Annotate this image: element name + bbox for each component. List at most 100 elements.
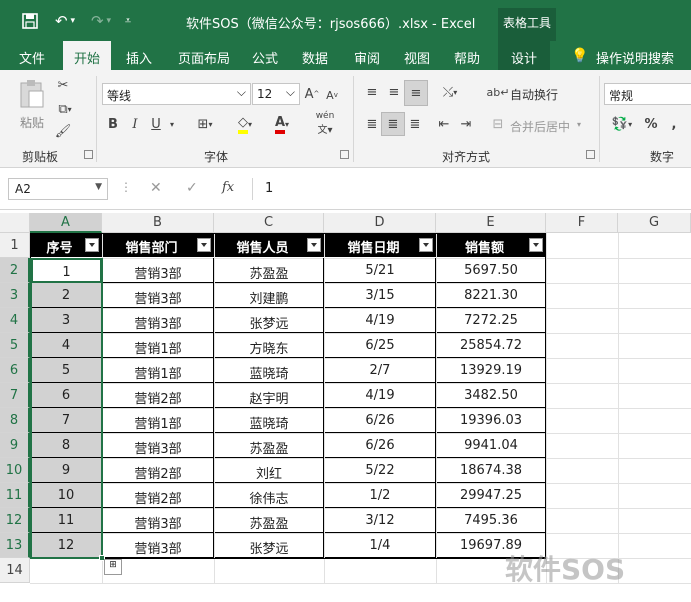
table-cell-date[interactable]: 6/25 [325, 333, 436, 358]
table-cell-amount[interactable]: 5697.50 [437, 258, 546, 283]
tab-file[interactable]: 文件 [19, 48, 45, 67]
table-cell-amount[interactable]: 25854.72 [437, 333, 546, 358]
table-cell-salesperson[interactable]: 蓝晓琦 [215, 358, 324, 383]
tab-help[interactable]: 帮助 [454, 48, 480, 67]
row-header-8[interactable]: 8 [0, 408, 30, 433]
table-cell-department[interactable]: 营销3部 [103, 433, 214, 458]
table-cell-amount[interactable]: 8221.30 [437, 283, 546, 308]
table-cell-date[interactable]: 4/19 [325, 383, 436, 408]
undo-icon[interactable]: ↶ ▾ [50, 11, 80, 31]
wrap-text-button[interactable]: 自动换行 [510, 86, 558, 103]
tab-home[interactable]: 开始 [63, 41, 112, 71]
row-header-6[interactable]: 6 [0, 358, 30, 383]
bold-button[interactable]: B [104, 114, 122, 134]
table-cell-amount[interactable]: 3482.50 [437, 383, 546, 408]
clipboard-launcher-icon[interactable] [84, 150, 93, 159]
tab-view[interactable]: 视图 [404, 48, 430, 67]
table-cell-department[interactable]: 营销1部 [103, 333, 214, 358]
worksheet-grid[interactable]: ABCDEFG 1 2 3 4 5 6 7 8 9 10 11 12 13 14 序号 销售部门 销售人员 销售… [0, 210, 691, 602]
save-icon[interactable] [18, 11, 42, 31]
table-cell-salesperson[interactable]: 赵宇明 [215, 383, 324, 408]
underline-button[interactable]: U [148, 114, 164, 134]
customize-icon[interactable]: ⩡ [120, 11, 136, 31]
row-header-5[interactable]: 5 [0, 333, 30, 358]
align-right-icon[interactable]: ≣ [405, 114, 425, 134]
table-cell-seq[interactable]: 2 [31, 283, 102, 308]
table-cell-seq[interactable]: 6 [31, 383, 102, 408]
font-color-icon[interactable]: A ▾ [268, 112, 296, 136]
filter-dropdown-icon[interactable] [85, 238, 99, 252]
table-cell-date[interactable]: 1/2 [325, 483, 436, 508]
filter-dropdown-icon[interactable] [419, 238, 433, 252]
column-header-c[interactable]: C [214, 213, 324, 233]
table-cell-date[interactable]: 1/4 [325, 533, 436, 558]
decrease-indent-icon[interactable]: ⇤ [434, 114, 454, 134]
align-bottom-icon[interactable]: ≡ [404, 80, 428, 106]
row-header-9[interactable]: 9 [0, 433, 30, 458]
quick-analysis-icon[interactable]: ⊞ [104, 559, 122, 575]
row-header-7[interactable]: 7 [0, 383, 30, 408]
tab-insert[interactable]: 插入 [126, 48, 152, 67]
font-launcher-icon[interactable] [340, 150, 349, 159]
table-cell-department[interactable]: 营销3部 [103, 308, 214, 333]
table-cell-amount[interactable]: 13929.19 [437, 358, 546, 383]
row-header-4[interactable]: 4 [0, 308, 30, 333]
table-cell-amount[interactable]: 19396.03 [437, 408, 546, 433]
table-cell-date[interactable]: 6/26 [325, 408, 436, 433]
borders-icon[interactable]: ⊞ ▾ [192, 114, 218, 134]
table-cell-department[interactable]: 营销3部 [103, 533, 214, 558]
underline-dropdown-icon[interactable]: ▾ [167, 116, 177, 132]
table-cell-seq[interactable]: 1 [31, 258, 102, 283]
percent-style-button[interactable]: % [642, 114, 660, 134]
table-cell-seq[interactable]: 12 [31, 533, 102, 558]
wrap-text-icon[interactable]: ab↵ [487, 82, 510, 102]
table-cell-date[interactable]: 6/26 [325, 433, 436, 458]
column-header-e[interactable]: E [436, 213, 546, 233]
table-cell-salesperson[interactable]: 苏盈盈 [215, 433, 324, 458]
table-cell-date[interactable]: 4/19 [325, 308, 436, 333]
row-header-11[interactable]: 11 [0, 483, 30, 508]
tab-review[interactable]: 审阅 [354, 48, 380, 67]
table-cell-department[interactable]: 营销1部 [103, 408, 214, 433]
table-cell-seq[interactable]: 9 [31, 458, 102, 483]
table-cell-department[interactable]: 营销2部 [103, 483, 214, 508]
column-header-g[interactable]: G [618, 213, 691, 233]
filter-dropdown-icon[interactable] [307, 238, 321, 252]
copy-icon[interactable]: ⧉ ▾ [54, 100, 76, 118]
phonetic-icon[interactable]: wén 文▾ [310, 110, 340, 136]
row-header-3[interactable]: 3 [0, 283, 30, 308]
filter-dropdown-icon[interactable] [197, 238, 211, 252]
table-cell-department[interactable]: 营销1部 [103, 358, 214, 383]
font-name-select[interactable]: 等线 ⌵ [102, 83, 251, 105]
fill-color-icon[interactable]: ◇ ▾ [232, 112, 258, 136]
increase-indent-icon[interactable]: ⇥ [456, 114, 476, 134]
table-cell-seq[interactable]: 11 [31, 508, 102, 533]
increase-font-icon[interactable]: A ^ [304, 84, 320, 104]
select-all-corner[interactable] [0, 213, 30, 233]
column-header-d[interactable]: D [324, 213, 436, 233]
row-header-2[interactable]: 2 [0, 258, 30, 283]
table-cell-salesperson[interactable]: 苏盈盈 [215, 508, 324, 533]
table-cell-amount[interactable]: 18674.38 [437, 458, 546, 483]
table-cell-seq[interactable]: 10 [31, 483, 102, 508]
table-cell-salesperson[interactable]: 张梦远 [215, 533, 324, 558]
tab-page-layout[interactable]: 页面布局 [178, 48, 230, 67]
table-cell-date[interactable]: 2/7 [325, 358, 436, 383]
italic-button[interactable]: I [127, 114, 143, 134]
cut-icon[interactable]: ✂ [54, 76, 72, 94]
orientation-icon[interactable]: ⤯ ▾ [436, 82, 464, 102]
paste-label[interactable]: 粘贴 [20, 114, 44, 131]
row-header-14[interactable]: 14 [0, 558, 30, 583]
table-cell-seq[interactable]: 7 [31, 408, 102, 433]
table-cell-department[interactable]: 营销3部 [103, 508, 214, 533]
row-header-10[interactable]: 10 [0, 458, 30, 483]
table-cell-department[interactable]: 营销2部 [103, 458, 214, 483]
align-left-icon[interactable]: ≣ [362, 114, 382, 134]
tab-formulas[interactable]: 公式 [252, 48, 278, 67]
table-cell-amount[interactable]: 29947.25 [437, 483, 546, 508]
column-header-a[interactable]: A [30, 213, 102, 233]
insert-function-icon[interactable]: fx [222, 180, 234, 195]
align-center-icon[interactable]: ≣ [381, 112, 405, 136]
table-cell-salesperson[interactable]: 苏盈盈 [215, 258, 324, 283]
table-cell-salesperson[interactable]: 蓝晓琦 [215, 408, 324, 433]
